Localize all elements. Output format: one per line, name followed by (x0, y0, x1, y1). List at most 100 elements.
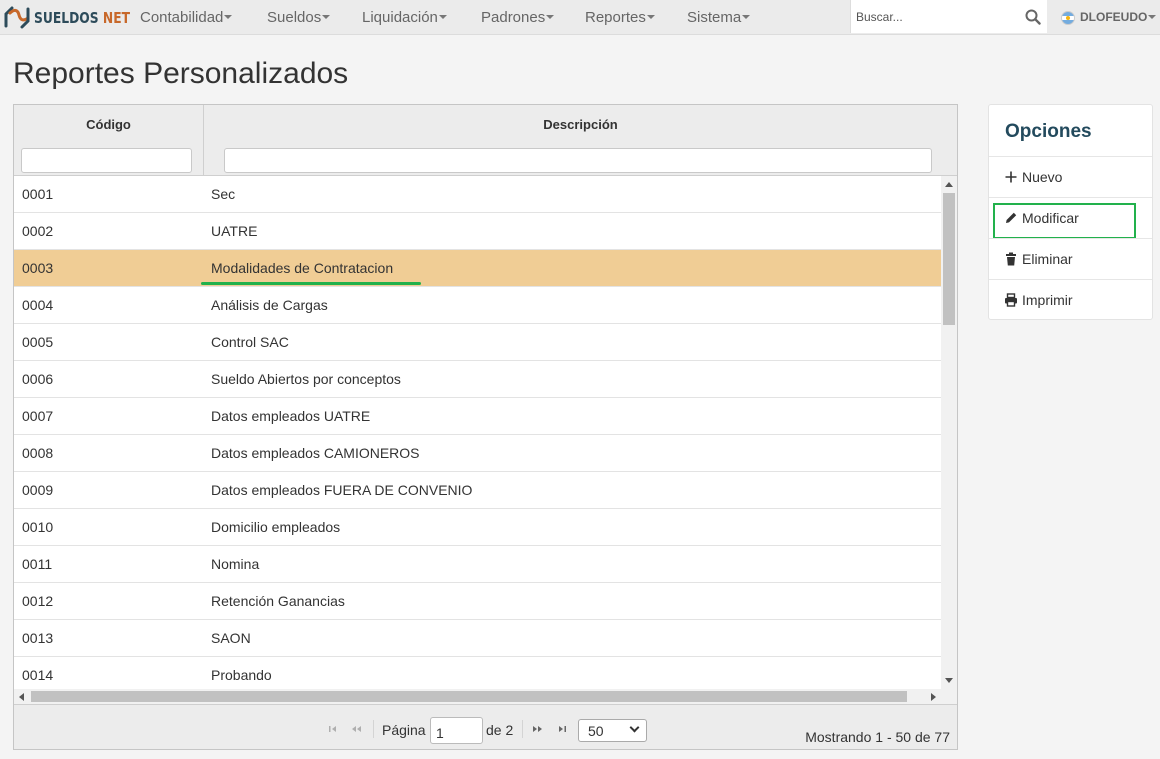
page-count-label: de 2 (486, 722, 514, 738)
cell-description: Sec (211, 186, 236, 202)
first-page-icon[interactable] (326, 724, 342, 734)
vertical-scrollbar[interactable] (941, 176, 957, 689)
menu-contabilidad[interactable]: Contabilidad (140, 0, 233, 35)
table-row[interactable]: 0004 Análisis de Cargas (14, 287, 941, 324)
pager-separator (522, 720, 523, 738)
cell-code: 0013 (22, 630, 54, 646)
cell-code: 0002 (22, 223, 54, 239)
table-row[interactable]: 0005 Control SAC (14, 324, 941, 361)
table-row[interactable]: 0009 Datos empleados FUERA DE CONVENIO (14, 472, 941, 509)
cell-code: 0012 (22, 593, 54, 609)
table-row[interactable]: 0013 SAON (14, 620, 941, 657)
cell-description: Modalidades de Contratacion (211, 260, 394, 276)
page-size-value: 50 (588, 723, 604, 739)
cell-code: 0011 (22, 556, 53, 572)
cell-description: Probando (211, 667, 272, 683)
cell-code: 0008 (22, 445, 54, 461)
scroll-left-icon[interactable] (19, 693, 24, 701)
reports-grid: Código Descripción 0001 Sec 0002 UATRE 000… (13, 104, 958, 750)
plus-icon (1005, 171, 1017, 183)
cell-code: 0006 (22, 371, 54, 387)
menu-padrones[interactable]: Padrones (481, 0, 555, 35)
menu-sueldos[interactable]: Sueldos (267, 0, 331, 35)
table-row[interactable]: 0008 Datos empleados CAMIONEROS (14, 435, 941, 472)
page-size-select[interactable]: 50 (578, 719, 647, 742)
page-label: Página (382, 722, 426, 738)
options-title: Opciones (1005, 121, 1092, 142)
table-row[interactable]: 0002 UATRE (14, 213, 941, 250)
argentina-flag-icon (1061, 10, 1075, 25)
table-row-selected[interactable]: 0003 Modalidades de Contratacion (14, 250, 941, 287)
modify-label: Modificar (1022, 210, 1079, 226)
column-label-descripcion: Descripción (543, 117, 618, 132)
cell-code: 0007 (22, 408, 54, 424)
search-box (850, 0, 1047, 33)
caret-down-icon (742, 15, 751, 20)
options-panel: Opciones Nuevo Modificar Eliminar Imprim… (988, 104, 1153, 320)
menu-sistema[interactable]: Sistema (687, 0, 751, 35)
user-name: DLOFEUDO (1080, 10, 1148, 24)
filter-descripcion-input[interactable] (224, 148, 932, 173)
menu-reportes[interactable]: Reportes (585, 0, 655, 35)
scroll-down-icon[interactable] (945, 678, 953, 683)
table-row[interactable]: 0006 Sueldo Abiertos por conceptos (14, 361, 941, 398)
caret-down-icon (1148, 14, 1157, 19)
cell-description: Datos empleados FUERA DE CONVENIO (211, 482, 473, 498)
cell-code: 0014 (22, 667, 54, 683)
delete-button[interactable]: Eliminar (989, 238, 1152, 279)
cell-description: UATRE (211, 223, 258, 239)
table-row[interactable]: 0007 Datos empleados UATRE (14, 398, 941, 435)
column-header-codigo[interactable]: Código (14, 105, 204, 176)
table-row[interactable]: 0010 Domicilio empleados (14, 509, 941, 546)
new-label: Nuevo (1022, 169, 1063, 185)
page-title: Reportes Personalizados (13, 57, 349, 90)
user-menu[interactable]: DLOFEUDO (1061, 0, 1157, 35)
search-icon[interactable] (1025, 9, 1041, 25)
cell-description: Datos empleados UATRE (211, 408, 371, 424)
cell-code: 0001 (22, 186, 54, 202)
last-page-icon[interactable] (554, 724, 570, 734)
app-logo[interactable]: SUELDOS NET (4, 5, 151, 30)
cell-description: Análisis de Cargas (211, 297, 328, 313)
vertical-scroll-thumb[interactable] (943, 193, 955, 325)
column-header-descripcion[interactable]: Descripción (204, 105, 957, 176)
next-page-icon[interactable] (530, 724, 546, 734)
page-number-input[interactable] (430, 717, 483, 744)
menu-liquidacion[interactable]: Liquidación (362, 0, 447, 35)
trash-icon (1006, 252, 1016, 266)
modify-button[interactable]: Modificar (989, 197, 1152, 239)
delete-label: Eliminar (1022, 251, 1073, 267)
grid-header: Código Descripción (14, 105, 957, 176)
cell-code: 0010 (22, 519, 54, 535)
scrollbar-corner (941, 689, 957, 704)
cell-description: Retención Ganancias (211, 593, 345, 609)
records-info: Mostrando 1 - 50 de 77 (805, 729, 950, 745)
table-row[interactable]: 0012 Retención Ganancias (14, 583, 941, 620)
pencil-icon (1006, 212, 1017, 223)
search-input[interactable] (856, 8, 1016, 26)
cell-description: SAON (211, 630, 251, 646)
printer-icon (1005, 293, 1017, 307)
scroll-up-icon[interactable] (945, 182, 953, 187)
new-button[interactable]: Nuevo (989, 156, 1152, 197)
prev-page-icon[interactable] (348, 724, 364, 734)
caret-down-icon (646, 15, 655, 20)
print-label: Imprimir (1022, 292, 1073, 308)
print-button[interactable]: Imprimir (989, 279, 1152, 320)
chevron-down-icon (629, 722, 640, 733)
top-navbar: SUELDOS NET Contabilidad Sueldos Liquida… (0, 0, 1160, 35)
table-row[interactable]: 0011 Nomina (14, 546, 941, 583)
table-row[interactable]: 0014 Probando (14, 657, 941, 689)
filter-codigo-input[interactable] (21, 148, 192, 173)
caret-down-icon (546, 15, 555, 20)
cell-code: 0009 (22, 482, 54, 498)
horizontal-scroll-thumb[interactable] (31, 691, 907, 702)
cell-description: Domicilio empleados (211, 519, 341, 535)
scroll-right-icon[interactable] (931, 693, 936, 701)
table-row[interactable]: 0001 Sec (14, 176, 941, 213)
pager-separator (373, 720, 374, 738)
pager: Página de 2 50 Mostrando 1 - 50 de 77 (14, 704, 957, 749)
horizontal-scrollbar[interactable] (14, 689, 941, 704)
annotation-underline (201, 282, 421, 285)
cell-code: 0004 (22, 297, 54, 313)
